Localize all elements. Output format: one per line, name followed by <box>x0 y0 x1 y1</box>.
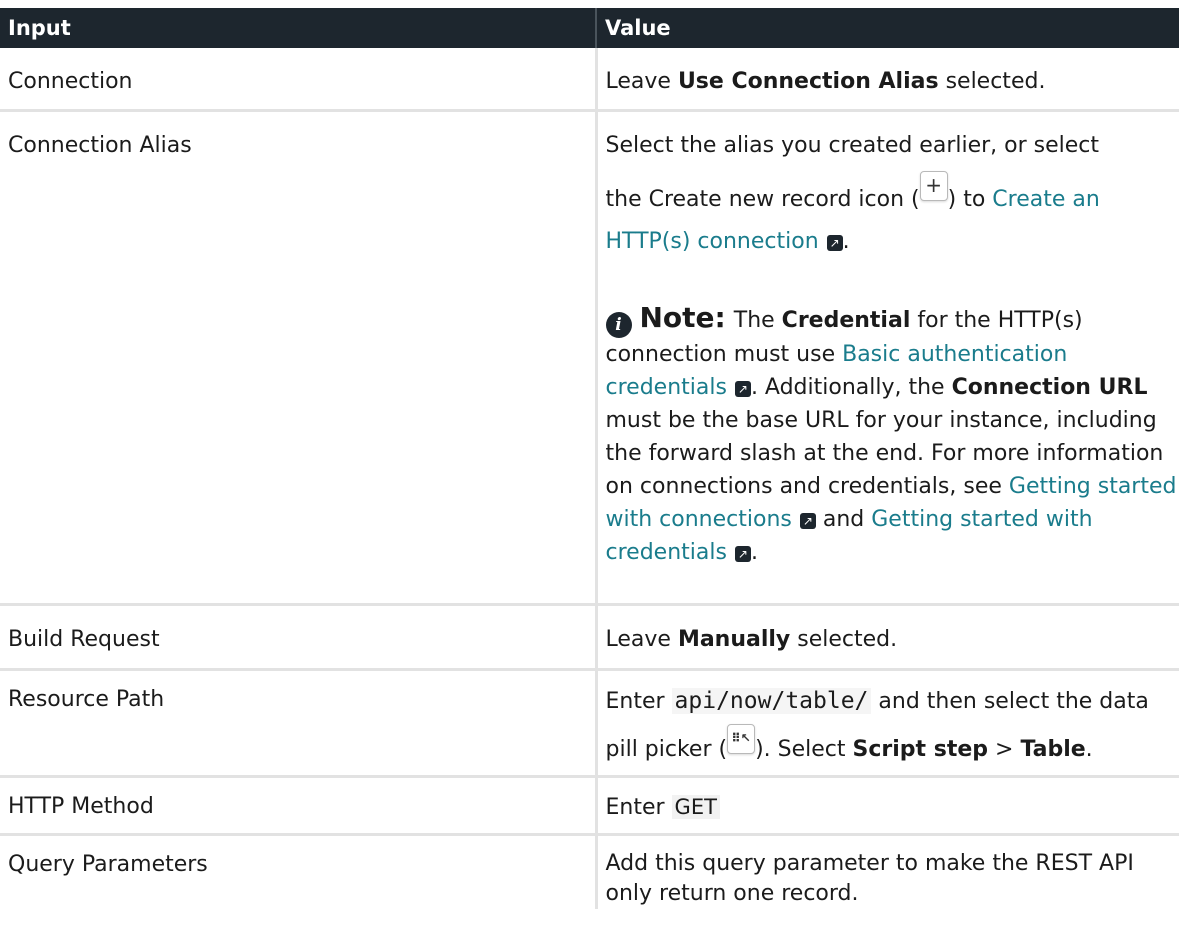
table-row: Query Parameters Add this query paramete… <box>0 834 1179 909</box>
column-header-input: Input <box>0 8 596 48</box>
create-new-record-icon: + <box>919 171 948 201</box>
note-text: . Additionally, the <box>750 375 952 400</box>
note-callout: i Note: The Credential for the HTTP(s) con… <box>605 301 1179 569</box>
note-text: The <box>733 308 782 333</box>
external-link-icon: ↗ <box>734 381 751 397</box>
table-row: Connection Leave Use Connection Alias se… <box>0 48 1179 112</box>
value-bold: Script step <box>852 737 989 762</box>
value-text: the Create new record icon ( <box>605 187 920 212</box>
value-text: ). Select <box>755 737 853 762</box>
info-icon: i <box>605 312 632 338</box>
note-title: Note: <box>639 301 726 334</box>
table-row: Build Request Leave Manually selected. <box>0 604 1179 671</box>
note-text: . <box>750 540 758 565</box>
external-link-icon: ↗ <box>826 235 843 251</box>
value-cell: Select the alias you created earlier, or… <box>594 110 1179 606</box>
value-text: Enter <box>605 795 672 820</box>
resource-path-code: api/now/table/ <box>671 688 872 714</box>
table-header-row: Input Value <box>0 8 1179 48</box>
value-text: Leave <box>605 627 678 652</box>
input-cell: Resource Path <box>0 669 596 778</box>
value-text: Select the alias you created earlier, or… <box>605 133 1100 158</box>
external-link-icon: ↗ <box>734 546 751 562</box>
value-text: > <box>988 737 1021 762</box>
value-bold: Use Connection Alias <box>677 69 939 94</box>
external-link-icon: ↗ <box>799 513 816 529</box>
note-bold: Credential <box>781 308 911 333</box>
value-cell: Enter GET <box>594 776 1179 836</box>
value-bold: Manually <box>677 627 791 652</box>
input-cell: Connection <box>0 48 596 112</box>
value-text: Leave <box>605 69 678 94</box>
input-cell: Query Parameters <box>8 852 208 877</box>
value-bold: Table <box>1020 737 1086 762</box>
parameters-table: Input Value Connection Leave Use Connect… <box>0 8 1179 909</box>
input-cell: Build Request <box>0 604 596 671</box>
input-cell: Connection Alias <box>0 110 596 606</box>
value-text: . <box>1085 737 1093 762</box>
data-pill-picker-icon: ⠿↖ <box>727 724 756 754</box>
value-line: the Create new record icon (+) to Create… <box>606 171 1179 263</box>
value-cell: Enter api/now/table/ and then select the… <box>594 669 1179 778</box>
value-text: selected. <box>790 627 898 652</box>
value-text: . <box>842 229 850 254</box>
table-row: Connection Alias Select the alias you cr… <box>0 110 1179 606</box>
note-text: and <box>815 507 872 532</box>
table-row: HTTP Method Enter GET <box>0 776 1179 836</box>
value-text: ) to <box>947 187 993 212</box>
value-line: Select the alias you created earlier, or… <box>606 125 1179 167</box>
value-cell: Add this query parameter to make the RES… <box>594 834 1179 909</box>
value-text: selected. <box>938 69 1046 94</box>
value-cell: Leave Use Connection Alias selected. <box>594 48 1179 112</box>
column-header-value: Value <box>595 8 1179 48</box>
input-cell: HTTP Method <box>0 776 596 836</box>
note-bold: Connection URL <box>951 375 1148 400</box>
table-row: Resource Path Enter api/now/table/ and t… <box>0 669 1179 778</box>
value-text: Enter <box>605 689 672 714</box>
http-method-code: GET <box>671 795 720 819</box>
value-cell: Leave Manually selected. <box>594 604 1179 671</box>
